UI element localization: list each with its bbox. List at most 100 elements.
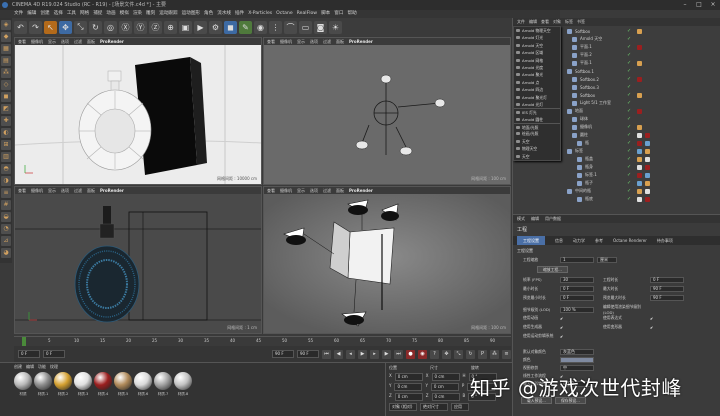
- material-tag-icon[interactable]: [645, 188, 650, 194]
- undo-icon[interactable]: ↶: [14, 20, 27, 34]
- recent-tool-icon[interactable]: ◎: [104, 20, 117, 34]
- view-clip-select[interactable]: 中: [560, 365, 594, 371]
- next-key-icon[interactable]: ▶: [382, 349, 391, 359]
- object-row[interactable]: 摄像机 ✓: [565, 123, 720, 131]
- coordinate-field[interactable]: 0 cm: [431, 373, 460, 381]
- object-row[interactable]: 瓶盖 ✓: [565, 155, 720, 163]
- material-tag-icon[interactable]: [645, 148, 650, 154]
- object-row[interactable]: Light 5/1 工作室 ✓: [565, 99, 720, 107]
- render-settings-icon[interactable]: ⚙: [209, 20, 222, 34]
- light-menu-item[interactable]: Arnold 网格: [514, 57, 560, 64]
- solo-icon[interactable]: ◓: [1, 164, 11, 174]
- material-tag-icon[interactable]: [645, 172, 650, 178]
- mat-menu-edit[interactable]: 编辑: [26, 363, 34, 370]
- tab-info[interactable]: 信息: [555, 236, 563, 245]
- material-tag-icon[interactable]: [645, 132, 650, 138]
- vp-renderer[interactable]: ProRender: [349, 187, 373, 194]
- visibility-check-icon[interactable]: ✓: [627, 116, 631, 122]
- light-menu-item[interactable]: Arnold 天空: [514, 42, 560, 49]
- light-icon[interactable]: ☀: [329, 20, 342, 34]
- menu-item[interactable]: 编辑: [27, 10, 36, 18]
- object-row[interactable]: 瓶 ✓: [565, 139, 720, 147]
- live-select-icon[interactable]: ↖: [44, 20, 57, 34]
- z-axis-icon[interactable]: Ⓩ: [149, 20, 162, 34]
- vp-menu-display[interactable]: 显示: [48, 38, 56, 45]
- object-row[interactable]: Softbox.2 ✓: [565, 75, 720, 83]
- vp-menu-panel[interactable]: 面板: [336, 187, 344, 194]
- object-row[interactable]: 圆柱 ✓: [565, 131, 720, 139]
- menu-item[interactable]: 渲染: [133, 10, 142, 18]
- attribute-input[interactable]: 100 %: [560, 306, 594, 313]
- attribute-checkbox[interactable]: ✔: [560, 316, 594, 321]
- python-icon[interactable]: ◑: [1, 176, 11, 186]
- menu-item[interactable]: 模拟: [120, 10, 129, 18]
- attribute-input[interactable]: 90 F: [650, 286, 684, 292]
- attribute-input[interactable]: 30: [560, 277, 594, 283]
- coordinate-system-icon[interactable]: ⊕: [164, 20, 177, 34]
- light-menu-item[interactable]: 天空: [514, 138, 560, 145]
- vp-menu-display[interactable]: 显示: [297, 187, 305, 194]
- visibility-check-icon[interactable]: ✓: [627, 196, 631, 202]
- object-menu-item[interactable]: 查看: [541, 18, 549, 26]
- menu-item[interactable]: 运动图形: [182, 10, 200, 18]
- object-row[interactable]: Arnold 天空 ✓: [565, 35, 720, 43]
- vp-menu-display[interactable]: 显示: [48, 187, 56, 194]
- visibility-check-icon[interactable]: ✓: [627, 52, 631, 58]
- material-tag-icon[interactable]: [637, 108, 642, 114]
- visibility-check-icon[interactable]: ✓: [627, 188, 631, 194]
- material-tag-icon[interactable]: [637, 124, 642, 130]
- material-tag-icon[interactable]: [637, 76, 642, 82]
- preview-end-field[interactable]: 90 F: [297, 350, 319, 358]
- vp-menu-filter[interactable]: 过滤: [323, 38, 331, 45]
- light-menu-item[interactable]: 物理天空: [514, 145, 560, 152]
- make-editable-icon[interactable]: ◈: [1, 20, 11, 30]
- menu-item[interactable]: 网格: [80, 10, 89, 18]
- display-icon[interactable]: ◒: [1, 212, 11, 222]
- visibility-check-icon[interactable]: ✓: [627, 84, 631, 90]
- vp-menu-options[interactable]: 选项: [310, 38, 318, 45]
- attribute-checkbox[interactable]: ✔: [560, 325, 594, 330]
- visibility-check-icon[interactable]: ✓: [627, 148, 631, 154]
- material-tag-icon[interactable]: [637, 92, 642, 98]
- menu-item[interactable]: RealFlow: [297, 10, 317, 18]
- rotate-icon[interactable]: ↻: [89, 20, 102, 34]
- model-mode-icon[interactable]: ◆: [1, 32, 11, 42]
- current-frame-field[interactable]: 0 F: [18, 350, 40, 358]
- visibility-check-icon[interactable]: ✓: [627, 132, 631, 138]
- color-swatch[interactable]: [560, 357, 594, 363]
- menu-item[interactable]: 脚本: [321, 10, 330, 18]
- misc-tool-icon[interactable]: ◕: [1, 248, 11, 258]
- menu-item[interactable]: 文件: [14, 10, 23, 18]
- object-row[interactable]: Softbox ✓: [565, 27, 720, 35]
- menu-item[interactable]: 选择: [54, 10, 63, 18]
- material-tag-icon[interactable]: [637, 60, 642, 66]
- prev-key-icon[interactable]: ◀: [334, 349, 343, 359]
- vp-menu-camera[interactable]: 摄像机: [31, 187, 43, 194]
- scale-icon[interactable]: ⤡: [74, 20, 87, 34]
- material-tag-icon[interactable]: [637, 180, 642, 186]
- coordinate-field[interactable]: 0 cm: [394, 393, 423, 401]
- redo-icon[interactable]: ↷: [29, 20, 42, 34]
- timeline-menu-icon[interactable]: ≡: [502, 349, 511, 359]
- menu-item[interactable]: 流水线: [217, 10, 231, 18]
- y-axis-icon[interactable]: Ⓨ: [134, 20, 147, 34]
- object-row[interactable]: 平面.1 ✓: [565, 43, 720, 51]
- visibility-check-icon[interactable]: ✓: [627, 44, 631, 50]
- tweak-mode-icon[interactable]: ◐: [1, 128, 11, 138]
- material-tag-icon[interactable]: [645, 196, 650, 202]
- uv-mode-icon[interactable]: ◩: [1, 104, 11, 114]
- material-swatch[interactable]: [34, 372, 52, 390]
- play-icon[interactable]: ▶: [358, 349, 367, 359]
- vp-renderer[interactable]: ProRender: [100, 38, 124, 45]
- attribute-checkbox[interactable]: ✔: [650, 325, 653, 330]
- scale-key-icon[interactable]: ⤡: [454, 349, 463, 359]
- object-row[interactable]: Softbox ✓: [565, 91, 720, 99]
- material-tag-icon[interactable]: [637, 196, 642, 202]
- material-tag-icon[interactable]: [645, 156, 650, 162]
- menu-item[interactable]: 创建: [40, 10, 49, 18]
- material-tag-icon[interactable]: [637, 188, 642, 194]
- object-menu-item[interactable]: 对象: [553, 18, 561, 26]
- object-row[interactable]: Softbox.3 ✓: [565, 83, 720, 91]
- coord-size-mode-select[interactable]: 绝对尺寸: [420, 403, 448, 411]
- polygons-mode-icon[interactable]: ◼: [1, 92, 11, 102]
